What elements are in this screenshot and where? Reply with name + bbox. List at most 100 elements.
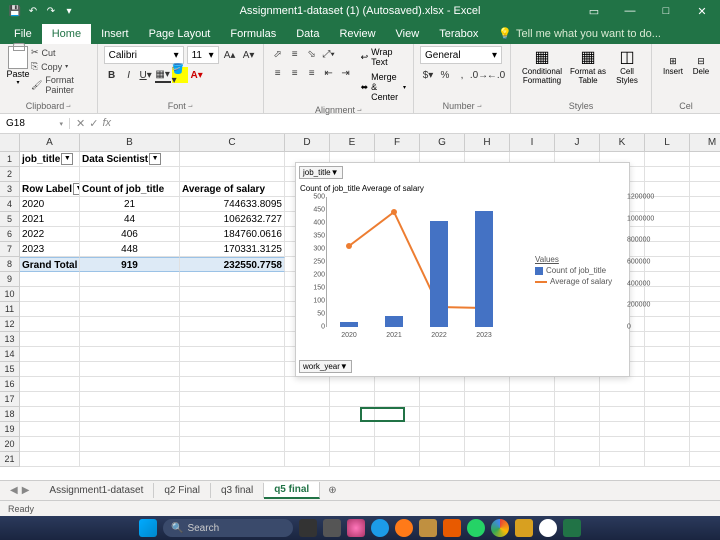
cell-F20[interactable] bbox=[375, 437, 420, 452]
cell-A9[interactable] bbox=[20, 272, 80, 287]
cell-C7[interactable]: 170331.3125 bbox=[180, 242, 285, 257]
border-button[interactable]: ▦▾ bbox=[155, 67, 171, 83]
cell-C20[interactable] bbox=[180, 437, 285, 452]
decrease-font-icon[interactable]: A▾ bbox=[241, 47, 257, 63]
tell-me-box[interactable]: 💡Tell me what you want to do... bbox=[488, 23, 671, 44]
number-format-combo[interactable]: General▾ bbox=[420, 46, 502, 64]
cell-A15[interactable] bbox=[20, 362, 80, 377]
align-bottom-icon[interactable]: ⬂ bbox=[304, 46, 320, 62]
cell-I17[interactable] bbox=[510, 392, 555, 407]
cell-A16[interactable] bbox=[20, 377, 80, 392]
row-header-16[interactable]: 16 bbox=[0, 377, 20, 392]
cell-L14[interactable] bbox=[645, 347, 690, 362]
orientation-icon[interactable]: ⤢▾ bbox=[321, 46, 337, 62]
increase-indent-icon[interactable]: ⇥ bbox=[338, 65, 354, 81]
cell-E17[interactable] bbox=[330, 392, 375, 407]
cell-B14[interactable] bbox=[80, 347, 180, 362]
cell-L21[interactable] bbox=[645, 452, 690, 467]
cell-B10[interactable] bbox=[80, 287, 180, 302]
cell-L17[interactable] bbox=[645, 392, 690, 407]
bold-button[interactable]: B bbox=[104, 67, 120, 83]
cell-A5[interactable]: 2021 bbox=[20, 212, 80, 227]
tab-formulas[interactable]: Formulas bbox=[220, 24, 286, 44]
sheet-nav-prev[interactable]: ◀ bbox=[10, 485, 18, 496]
cell-B2[interactable] bbox=[80, 167, 180, 182]
cell-C10[interactable] bbox=[180, 287, 285, 302]
cell-C17[interactable] bbox=[180, 392, 285, 407]
row-header-8[interactable]: 8 bbox=[0, 257, 20, 272]
merge-center-button[interactable]: ⬌Merge & Center▾ bbox=[360, 71, 407, 103]
cell-B13[interactable] bbox=[80, 332, 180, 347]
tab-home[interactable]: Home bbox=[42, 22, 91, 44]
cell-G21[interactable] bbox=[420, 452, 465, 467]
whatsapp-icon[interactable] bbox=[467, 519, 485, 537]
col-header-C[interactable]: C bbox=[180, 134, 285, 152]
row-header-15[interactable]: 15 bbox=[0, 362, 20, 377]
decrease-decimal-icon[interactable]: ←.0 bbox=[488, 67, 504, 83]
taskbar-app-5[interactable] bbox=[515, 519, 533, 537]
col-header-K[interactable]: K bbox=[600, 134, 645, 152]
enter-formula-icon[interactable]: ✓ bbox=[89, 117, 98, 130]
cell-L20[interactable] bbox=[645, 437, 690, 452]
row-header-19[interactable]: 19 bbox=[0, 422, 20, 437]
close-button[interactable]: ✕ bbox=[684, 0, 720, 22]
cell-M12[interactable] bbox=[690, 317, 720, 332]
cell-E19[interactable] bbox=[330, 422, 375, 437]
edge-icon[interactable] bbox=[371, 519, 389, 537]
cell-B21[interactable] bbox=[80, 452, 180, 467]
cell-G19[interactable] bbox=[420, 422, 465, 437]
cell-D21[interactable] bbox=[285, 452, 330, 467]
cell-H20[interactable] bbox=[465, 437, 510, 452]
col-header-J[interactable]: J bbox=[555, 134, 600, 152]
increase-font-icon[interactable]: A▴ bbox=[222, 47, 238, 63]
align-top-icon[interactable]: ⬀ bbox=[270, 46, 286, 62]
cell-L19[interactable] bbox=[645, 422, 690, 437]
cell-C5[interactable]: 1062632.727 bbox=[180, 212, 285, 227]
bar-2022[interactable] bbox=[430, 221, 448, 327]
cell-L10[interactable] bbox=[645, 287, 690, 302]
cell-K20[interactable] bbox=[600, 437, 645, 452]
cell-L15[interactable] bbox=[645, 362, 690, 377]
pivot-chart[interactable]: job_title ▼ Count of job_title Average o… bbox=[295, 162, 630, 377]
cell-L13[interactable] bbox=[645, 332, 690, 347]
cell-C3[interactable]: Average of salary bbox=[180, 182, 285, 197]
minimize-button[interactable]: — bbox=[612, 0, 648, 22]
cell-A10[interactable] bbox=[20, 287, 80, 302]
cell-B3[interactable]: Count of job_title bbox=[80, 182, 180, 197]
row-header-9[interactable]: 9 bbox=[0, 272, 20, 287]
italic-button[interactable]: I bbox=[121, 67, 137, 83]
cell-E20[interactable] bbox=[330, 437, 375, 452]
sheet-tab-0[interactable]: Assignment1-dataset bbox=[39, 483, 154, 498]
file-explorer-icon[interactable] bbox=[419, 519, 437, 537]
cell-H17[interactable] bbox=[465, 392, 510, 407]
cell-B4[interactable]: 21 bbox=[80, 197, 180, 212]
bar-2020[interactable] bbox=[340, 322, 358, 327]
cell-B12[interactable] bbox=[80, 317, 180, 332]
cell-B16[interactable] bbox=[80, 377, 180, 392]
cell-D18[interactable] bbox=[285, 407, 330, 422]
cell-H21[interactable] bbox=[465, 452, 510, 467]
cell-M18[interactable] bbox=[690, 407, 720, 422]
cell-K16[interactable] bbox=[600, 377, 645, 392]
cell-F17[interactable] bbox=[375, 392, 420, 407]
cell-C8[interactable]: 232550.7758 bbox=[180, 257, 285, 272]
sheet-nav-next[interactable]: ▶ bbox=[22, 485, 30, 496]
cell-D19[interactable] bbox=[285, 422, 330, 437]
cancel-formula-icon[interactable]: ✕ bbox=[76, 117, 85, 130]
sheet-tab-1[interactable]: q2 Final bbox=[154, 483, 211, 498]
chrome-icon[interactable] bbox=[491, 519, 509, 537]
col-header-M[interactable]: M bbox=[690, 134, 720, 152]
cell-C4[interactable]: 744633.8095 bbox=[180, 197, 285, 212]
align-middle-icon[interactable]: ≡ bbox=[287, 46, 303, 62]
cell-M10[interactable] bbox=[690, 287, 720, 302]
cell-G18[interactable] bbox=[420, 407, 465, 422]
cell-G20[interactable] bbox=[420, 437, 465, 452]
row-header-3[interactable]: 3 bbox=[0, 182, 20, 197]
row-header-2[interactable]: 2 bbox=[0, 167, 20, 182]
tab-terabox[interactable]: Terabox bbox=[429, 24, 488, 44]
row-header-21[interactable]: 21 bbox=[0, 452, 20, 467]
cell-C14[interactable] bbox=[180, 347, 285, 362]
cell-L7[interactable] bbox=[645, 242, 690, 257]
cell-L1[interactable] bbox=[645, 152, 690, 167]
cell-K19[interactable] bbox=[600, 422, 645, 437]
